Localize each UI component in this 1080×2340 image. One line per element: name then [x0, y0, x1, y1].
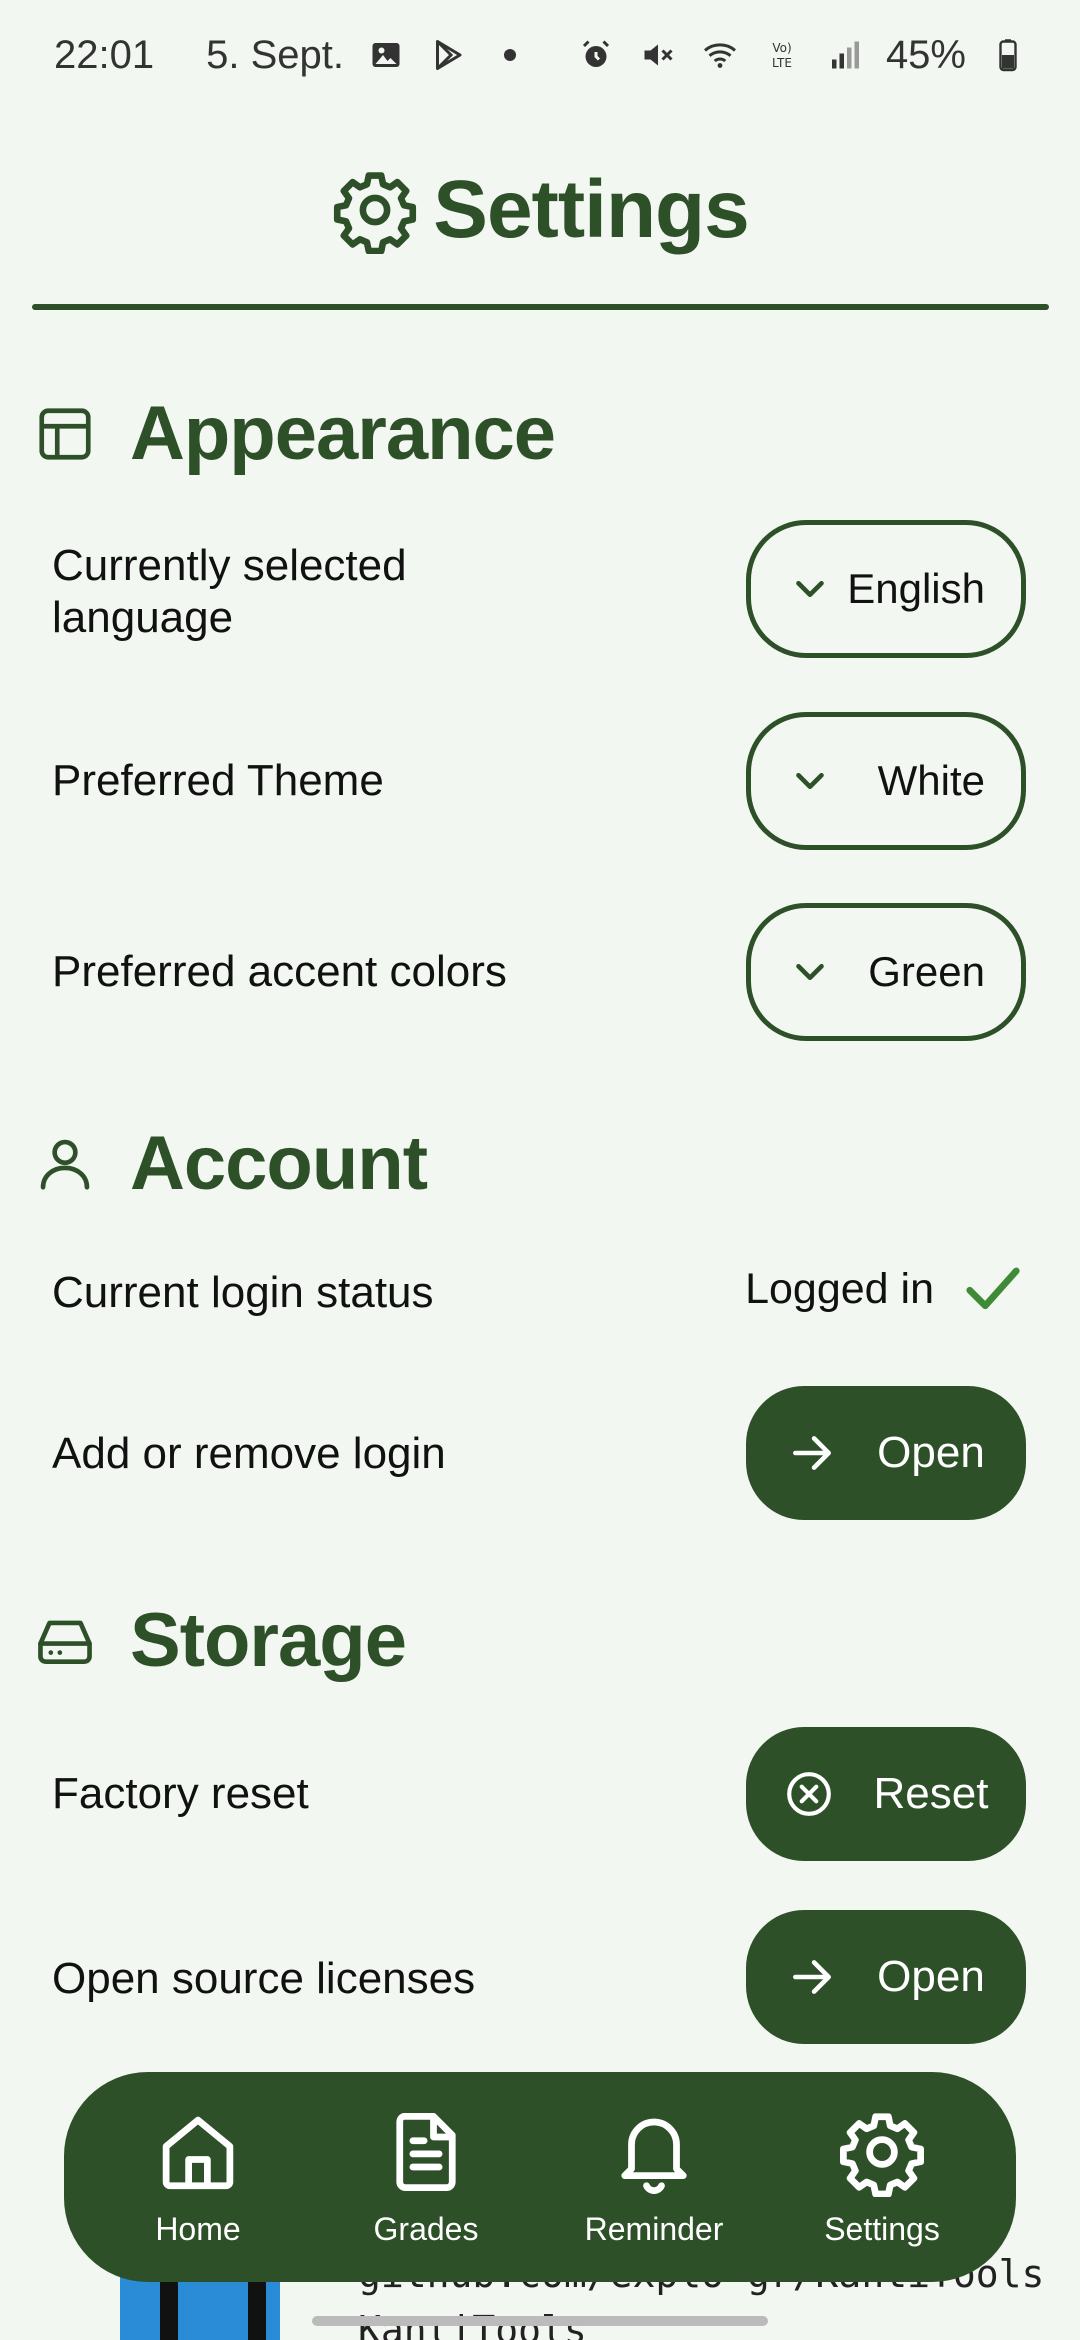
status-bar-right: Vo) LTE 45% — [576, 33, 1028, 78]
svg-text:Vo): Vo) — [772, 41, 791, 55]
nav-settings[interactable]: Settings — [777, 2107, 987, 2248]
nav-home[interactable]: Home — [93, 2107, 303, 2248]
accent-label: Preferred accent colors — [52, 947, 507, 996]
nav-reminder[interactable]: Reminder — [549, 2107, 759, 2248]
alarm-icon — [576, 35, 616, 75]
battery-icon — [988, 35, 1028, 75]
gear-icon — [840, 2112, 924, 2197]
wifi-icon — [700, 35, 740, 75]
login-status: Logged in — [745, 1258, 1024, 1320]
section-heading: Storage — [130, 1598, 407, 1683]
chevron-down-icon — [796, 772, 824, 790]
theme-label: Preferred Theme — [52, 756, 384, 805]
page-title: Settings — [433, 164, 749, 255]
home-icon — [162, 2116, 234, 2189]
factory-reset-button[interactable]: Reset — [746, 1727, 1026, 1861]
nav-grades[interactable]: Grades — [321, 2107, 531, 2248]
button-label: Open — [877, 1428, 985, 1477]
login-status-label: Current login status — [52, 1268, 434, 1317]
svg-text:LTE: LTE — [772, 56, 792, 70]
button-label: Reset — [873, 1769, 989, 1818]
manage-login-open-button[interactable]: Open — [746, 1386, 1026, 1520]
user-icon — [40, 1139, 90, 1190]
manage-login-label: Add or remove login — [52, 1429, 446, 1478]
document-icon — [396, 2112, 456, 2191]
volte-icon: Vo) LTE — [762, 35, 802, 75]
gear-icon — [334, 172, 417, 254]
battery-level: 45% — [885, 32, 966, 77]
status-time: 22:01 — [54, 32, 155, 77]
arrow-right-icon — [793, 1436, 832, 1470]
section-heading: Appearance — [130, 391, 556, 476]
close-circle-icon — [786, 1772, 831, 1816]
licenses-open-button[interactable]: Open — [746, 1910, 1026, 2044]
language-dropdown[interactable]: English — [746, 520, 1026, 658]
gesture-bar[interactable] — [312, 2316, 768, 2326]
nav-label: Grades — [373, 2210, 479, 2247]
chevron-down-icon — [796, 963, 824, 981]
header-divider — [32, 304, 1049, 310]
status-date: 5. Sept. — [206, 32, 344, 77]
section-storage-title: Storage — [34, 1597, 407, 1684]
dot-icon — [490, 35, 530, 75]
bottom-navigation: Home Grades Reminder Settings — [64, 2072, 1016, 2282]
signal-icon — [824, 35, 864, 75]
layout-icon — [39, 407, 91, 460]
button-label: Open — [877, 1952, 985, 2001]
nav-label: Reminder — [584, 2210, 724, 2247]
chevron-down-icon — [796, 580, 824, 598]
nav-label: Settings — [824, 2210, 940, 2247]
theme-dropdown[interactable]: White — [746, 712, 1026, 850]
section-account-title: Account — [34, 1120, 428, 1207]
nav-label: Home — [155, 2210, 241, 2247]
gallery-icon — [366, 35, 406, 75]
language-value: English — [847, 565, 985, 612]
licenses-label: Open source licenses — [52, 1954, 476, 2003]
status-bar: 22:01 5. Sept. Vo) LTE 45% — [0, 0, 1080, 110]
language-label: Currently selected language — [52, 541, 407, 642]
arrow-right-icon — [793, 1960, 832, 1994]
status-bar-left: 22:01 5. Sept. — [54, 33, 530, 78]
settings-screen: 22:01 5. Sept. Vo) LTE 45% Settings Appe… — [0, 0, 1080, 2340]
page-header: Settings — [0, 150, 1080, 270]
mute-icon — [638, 35, 678, 75]
accent-dropdown[interactable]: Green — [746, 903, 1026, 1041]
bell-icon — [621, 2118, 687, 2194]
section-appearance-title: Appearance — [34, 390, 556, 477]
section-heading: Account — [130, 1121, 428, 1206]
checkmark-icon — [966, 1267, 1020, 1310]
factory-reset-label: Factory reset — [52, 1769, 309, 1818]
drive-icon — [38, 1620, 92, 1664]
login-status-value: Logged in — [745, 1264, 934, 1313]
accent-value: Green — [868, 948, 985, 995]
theme-value: White — [877, 757, 985, 804]
play-store-icon — [428, 35, 468, 75]
